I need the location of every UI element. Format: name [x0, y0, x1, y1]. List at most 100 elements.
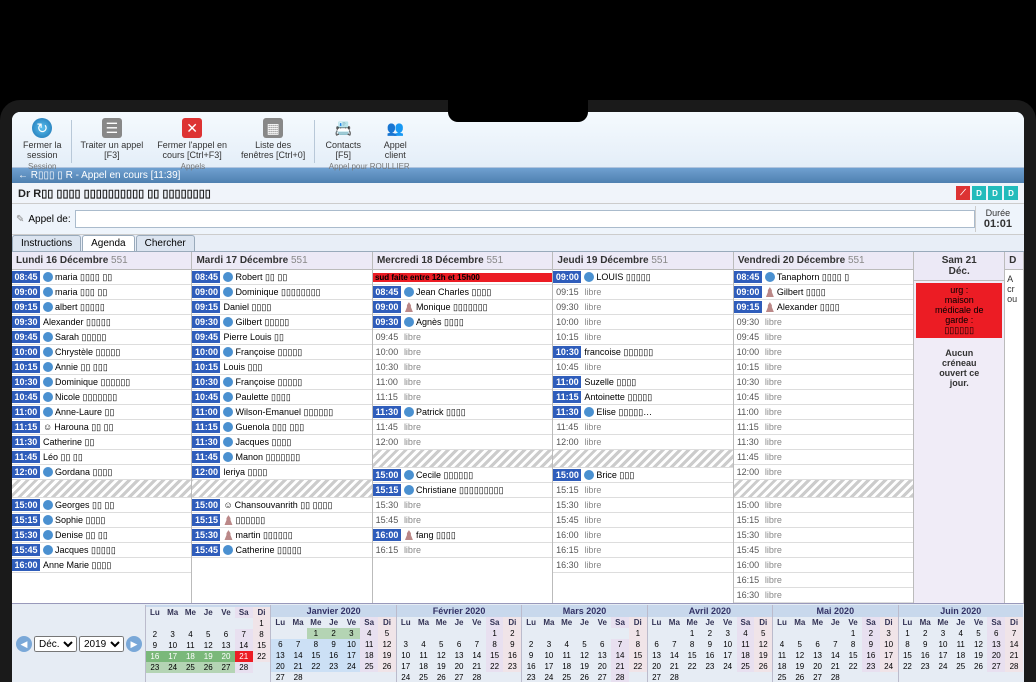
- calendar-day[interactable]: 21: [611, 661, 629, 672]
- appointment-slot[interactable]: 11:30 libre: [734, 435, 913, 450]
- calendar-day[interactable]: 11: [182, 640, 200, 651]
- calendar-day[interactable]: 8: [307, 639, 325, 650]
- appointment-slot[interactable]: 15:15 ▯▯▯▯▯▯: [192, 513, 371, 528]
- calendar-day[interactable]: 1: [486, 628, 504, 639]
- calendar-day[interactable]: 7: [1005, 628, 1023, 639]
- appointment-slot[interactable]: 11:45 libre: [373, 420, 552, 435]
- search-input[interactable]: [75, 210, 975, 228]
- appointment-slot[interactable]: 08:45 maria ▯▯▯▯ ▯▯: [12, 270, 191, 285]
- appointment-slot[interactable]: 15:30 libre: [373, 498, 552, 513]
- appointment-slot[interactable]: 09:15 Alexander ▯▯▯▯: [734, 300, 913, 315]
- calendar-day[interactable]: 17: [719, 650, 737, 661]
- appointment-slot[interactable]: 15:00 Cecile ▯▯▯▯▯▯: [373, 468, 552, 483]
- appointment-slot[interactable]: 09:30 Agnès ▯▯▯▯: [373, 315, 552, 330]
- calendar-day[interactable]: 18: [773, 661, 791, 672]
- calendar-day[interactable]: 6: [987, 628, 1005, 639]
- appointment-slot[interactable]: 09:30 libre: [734, 315, 913, 330]
- calendar-day[interactable]: 20: [593, 661, 611, 672]
- appointment-slot[interactable]: 15:15 libre: [553, 483, 732, 498]
- appointment-slot[interactable]: 15:45 libre: [553, 513, 732, 528]
- calendar-day[interactable]: 19: [791, 661, 809, 672]
- calendar-day[interactable]: 14: [665, 650, 683, 661]
- appointment-slot[interactable]: 11:45 Léo ▯▯ ▯▯: [12, 450, 191, 465]
- appointment-slot[interactable]: 09:15 libre: [553, 285, 732, 300]
- calendar-day[interactable]: 26: [432, 672, 450, 682]
- appointment-slot[interactable]: 10:00 libre: [373, 345, 552, 360]
- appointment-slot[interactable]: 15:45 libre: [734, 543, 913, 558]
- appointment-slot[interactable]: 11:45 libre: [734, 450, 913, 465]
- calendar-day[interactable]: 5: [754, 628, 772, 639]
- calendar-day[interactable]: 4: [773, 639, 791, 650]
- calendar-day[interactable]: 18: [182, 651, 200, 662]
- appointment-slot[interactable]: 15:30 Denise ▯▯ ▯▯: [12, 528, 191, 543]
- tab-agenda[interactable]: Agenda: [82, 235, 134, 251]
- calendar-day[interactable]: 6: [809, 639, 827, 650]
- calendar-day[interactable]: 22: [683, 661, 701, 672]
- calendar-day[interactable]: 27: [450, 672, 468, 682]
- calendar-day[interactable]: 28: [826, 672, 844, 682]
- appointment-slot[interactable]: 12:00 libre: [373, 435, 552, 450]
- calendar-day[interactable]: 11: [360, 639, 378, 650]
- appointment-slot[interactable]: 11:00 Suzelle ▯▯▯▯: [553, 375, 732, 390]
- calendar-day[interactable]: 9: [701, 639, 719, 650]
- appointment-slot[interactable]: 08:45 Robert ▯▯ ▯▯: [192, 270, 371, 285]
- calendar-day[interactable]: 8: [486, 639, 504, 650]
- appointment-slot[interactable]: 09:00 Dominique ▯▯▯▯▯▯▯▯: [192, 285, 371, 300]
- calendar-day[interactable]: 28: [1005, 661, 1023, 672]
- calendar-day[interactable]: 22: [899, 661, 917, 672]
- calendar-day[interactable]: 4: [182, 629, 200, 640]
- calendar-day[interactable]: 26: [576, 672, 594, 682]
- appointment-slot[interactable]: 09:45 Sarah ▯▯▯▯▯: [12, 330, 191, 345]
- appointment-slot[interactable]: 12:00 libre: [734, 465, 913, 480]
- calendar-day[interactable]: 24: [880, 661, 898, 672]
- appointment-slot[interactable]: 08:45 Jean Charles ▯▯▯▯: [373, 285, 552, 300]
- calendar-day[interactable]: 4: [415, 639, 433, 650]
- appointment-slot[interactable]: 16:15 libre: [553, 543, 732, 558]
- appointment-slot[interactable]: 09:30 Gilbert ▯▯▯▯▯: [192, 315, 371, 330]
- appointment-slot[interactable]: 11:00 libre: [734, 405, 913, 420]
- calendar-day[interactable]: 13: [648, 650, 666, 661]
- appointment-slot[interactable]: 12:00 Gordana ▯▯▯▯: [12, 465, 191, 480]
- calendar-day[interactable]: 24: [934, 661, 952, 672]
- calendar-day[interactable]: 13: [217, 640, 235, 651]
- appointment-slot[interactable]: 11:45 Manon ▯▯▯▯▯▯▯: [192, 450, 371, 465]
- prev-month-button[interactable]: ◀: [16, 636, 32, 652]
- calendar-day[interactable]: 20: [648, 661, 666, 672]
- calendar-day[interactable]: 13: [809, 650, 827, 661]
- tab-instructions[interactable]: Instructions: [12, 235, 81, 251]
- calendar-day[interactable]: 12: [576, 650, 594, 661]
- calendar-day[interactable]: 17: [164, 651, 182, 662]
- contacts-button[interactable]: 📇 Contacts [F5]: [318, 116, 368, 162]
- appointment-slot[interactable]: 11:00 Wilson-Emanuel ▯▯▯▯▯▯: [192, 405, 371, 420]
- calendar-day[interactable]: 1: [253, 618, 271, 629]
- calendar-day[interactable]: 19: [378, 650, 396, 661]
- month-select[interactable]: Déc.: [34, 636, 77, 652]
- appointment-slot[interactable]: 11:15 Guenola ▯▯▯ ▯▯▯: [192, 420, 371, 435]
- calendar-day[interactable]: 24: [164, 662, 182, 673]
- calendar-day[interactable]: 23: [503, 661, 521, 672]
- calendar-day[interactable]: 7: [665, 639, 683, 650]
- calendar-day[interactable]: 7: [289, 639, 307, 650]
- calendar-day[interactable]: 8: [253, 629, 271, 640]
- calendar-day[interactable]: 19: [754, 650, 772, 661]
- appointment-slot[interactable]: 10:00 Françoise ▯▯▯▯▯: [192, 345, 371, 360]
- calendar-day[interactable]: 8: [683, 639, 701, 650]
- calendar-day[interactable]: 13: [271, 650, 289, 661]
- calendar-day[interactable]: 18: [360, 650, 378, 661]
- calendar-day[interactable]: 16: [522, 661, 540, 672]
- appointment-slot[interactable]: 16:15 libre: [373, 543, 552, 558]
- calendar-day[interactable]: 23: [862, 661, 880, 672]
- calendar-day[interactable]: 22: [307, 661, 325, 672]
- year-select[interactable]: 2019: [79, 636, 124, 652]
- calendar-day[interactable]: 15: [253, 640, 271, 651]
- calendar-day[interactable]: 8: [844, 639, 862, 650]
- calendar-day[interactable]: 20: [271, 661, 289, 672]
- calendar-day[interactable]: 3: [540, 639, 558, 650]
- calendar-day[interactable]: 13: [450, 650, 468, 661]
- calendar-day[interactable]: 28: [611, 672, 629, 682]
- calendar-day[interactable]: 11: [737, 639, 755, 650]
- calendar-day[interactable]: 8: [899, 639, 917, 650]
- appointment-slot[interactable]: 11:15 ☺Harouna ▯▯ ▯▯: [12, 420, 191, 435]
- calendar-day[interactable]: 22: [844, 661, 862, 672]
- calendar-day[interactable]: 5: [378, 628, 396, 639]
